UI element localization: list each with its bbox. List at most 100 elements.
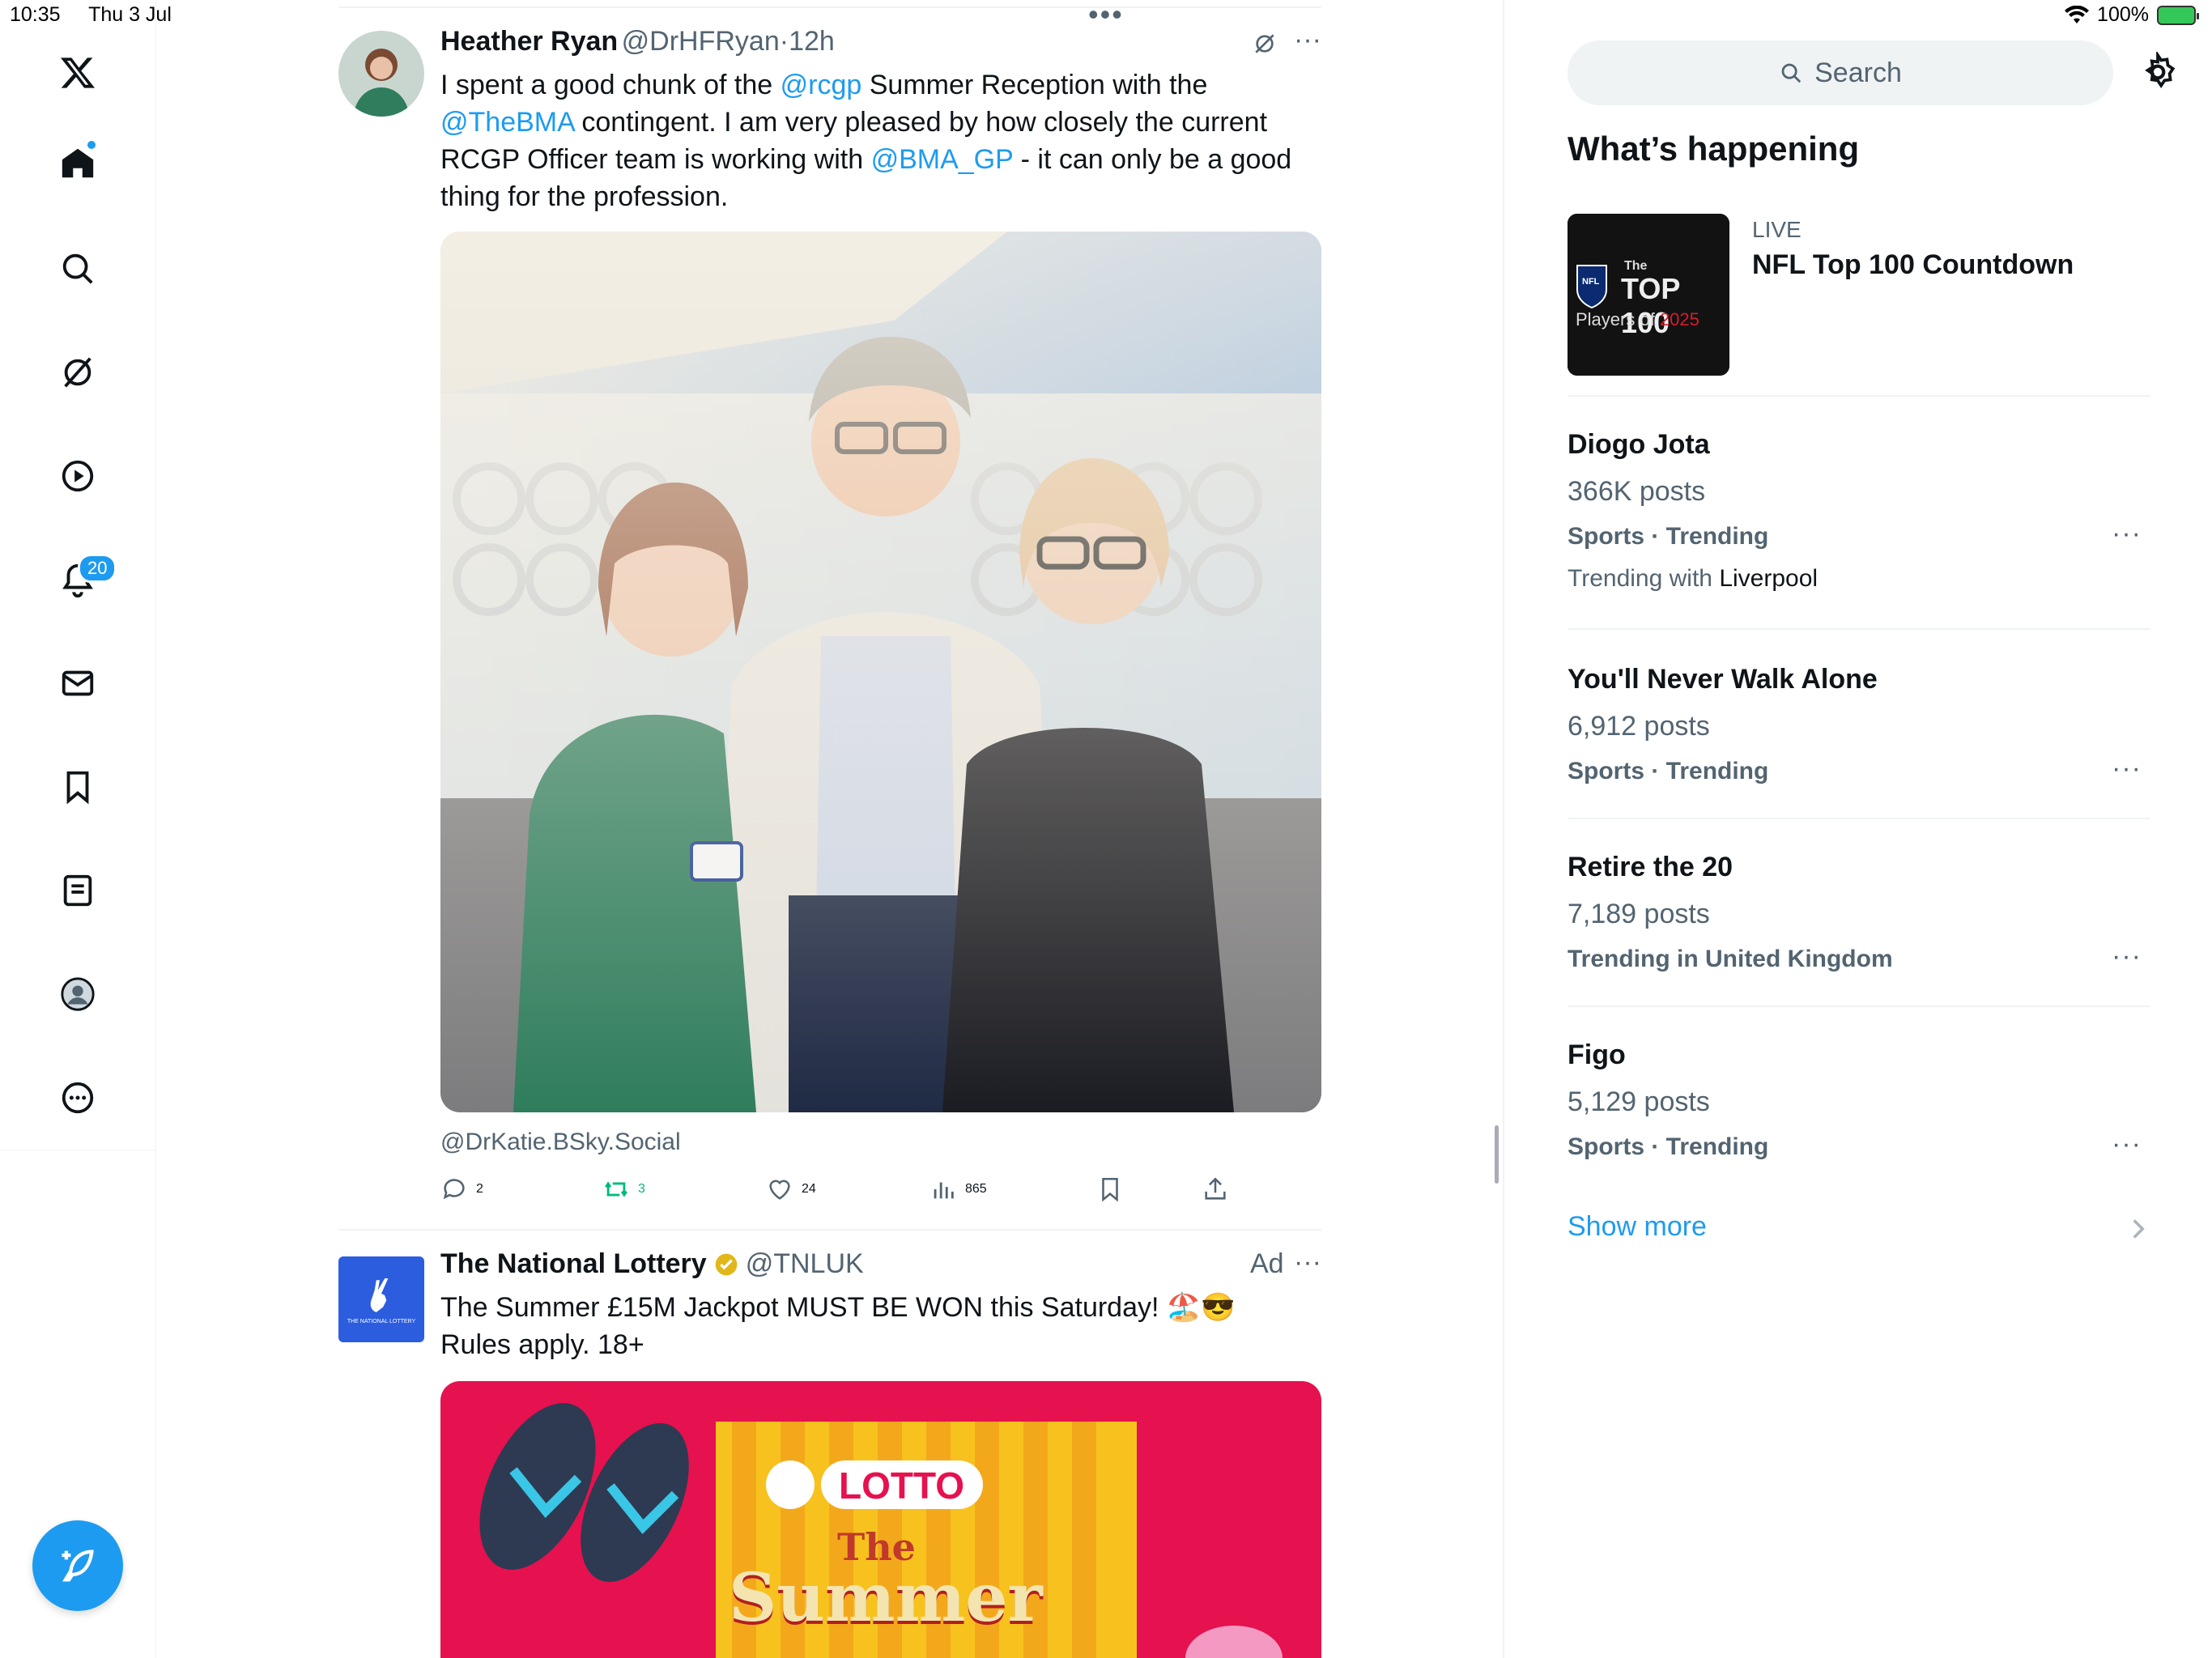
nfl-top-100-thumbnail[interactable]: NFL The TOP 100 Players of 2025 xyxy=(1568,214,1729,376)
whats-happening-heading: What’s happening xyxy=(1568,130,1860,168)
tweet1-text-part: I spent a good chunk of the xyxy=(440,70,781,100)
trend-post-count: 7,189 posts xyxy=(1568,899,1710,929)
lottery-avatar-text: THE NATIONAL LOTTERY xyxy=(347,1318,416,1324)
national-lottery-avatar[interactable]: THE NATIONAL LOTTERY xyxy=(338,1256,424,1342)
grok-icon[interactable] xyxy=(53,348,102,397)
search-icon[interactable] xyxy=(53,244,102,293)
tweet1-text-part: Summer Reception with the xyxy=(861,70,1208,100)
thumb-players-text: Players of 2025 xyxy=(1576,309,1699,330)
tweet1-header: Heather Ryan @DrHFRyan·12h xyxy=(440,26,835,57)
search-input[interactable]: Search xyxy=(1568,40,2113,105)
tweet1-more-icon[interactable]: ··· xyxy=(1294,24,1321,56)
bookmarks-icon[interactable] xyxy=(53,763,102,811)
chevron-right-icon xyxy=(2133,1219,2145,1239)
trend-category: Sports · Trending xyxy=(1568,523,1769,550)
trend-post-count: 5,129 posts xyxy=(1568,1086,1710,1117)
mention-thebma-link[interactable]: @TheBMA xyxy=(440,107,574,138)
repost-count: 3 xyxy=(638,1182,645,1196)
pull-handle-dots: ••• xyxy=(1088,0,1124,31)
status-bar-right: 100% xyxy=(2065,3,2199,27)
grok-tweet-icon[interactable] xyxy=(1252,31,1278,57)
ad-label: Ad xyxy=(1250,1248,1284,1279)
trend-separator xyxy=(1568,395,2150,397)
thumb-year: 2025 xyxy=(1659,309,1699,329)
search-placeholder: Search xyxy=(1814,57,1902,88)
settings-gear-icon[interactable] xyxy=(2138,52,2178,92)
trend-with-text: Trending with Liverpool xyxy=(1568,565,1818,593)
views-count: 865 xyxy=(965,1182,987,1196)
battery-icon xyxy=(2157,5,2199,25)
trend-more-icon[interactable]: ··· xyxy=(2112,1129,2142,1160)
trend-more-icon[interactable]: ··· xyxy=(2112,753,2142,784)
nfl-shield-text: NFL xyxy=(1582,277,1600,287)
reply-button[interactable]: 2 xyxy=(440,1175,483,1203)
repost-icon xyxy=(605,1181,627,1197)
tweet1-author-handle[interactable]: @DrHFRyan xyxy=(622,26,780,57)
crossed-fingers-logo-icon xyxy=(370,1278,389,1312)
tweet2-header: The National Lottery @TNLUK xyxy=(440,1248,864,1280)
share-icon xyxy=(1205,1177,1226,1200)
compose-feather-icon xyxy=(62,1550,94,1582)
like-count: 24 xyxy=(802,1182,816,1196)
like-button[interactable]: 24 xyxy=(766,1175,816,1203)
trend-category: Sports · Trending xyxy=(1568,1133,1769,1160)
live-title[interactable]: NFL Top 100 Countdown xyxy=(1752,249,2074,281)
lists-icon[interactable] xyxy=(53,866,102,915)
mention-rcgp-link[interactable]: @rcgp xyxy=(781,70,862,100)
lotto-ad-banner[interactable]: LOTTO The Summer xyxy=(440,1381,1321,1658)
search-icon xyxy=(1781,63,1802,83)
views-button[interactable]: 865 xyxy=(929,1175,987,1203)
thumb-players-label: Players of xyxy=(1576,309,1660,329)
trend-more-icon[interactable]: ··· xyxy=(2112,518,2142,550)
tweet1-photo[interactable] xyxy=(440,232,1321,1112)
trend-more-icon[interactable]: ··· xyxy=(2112,941,2142,972)
heart-icon xyxy=(769,1180,790,1200)
trend-title[interactable]: Figo xyxy=(1568,1039,1626,1071)
tweet2-author-handle[interactable]: @TNLUK xyxy=(746,1248,864,1280)
verified-gold-badge-icon xyxy=(715,1253,738,1275)
trend-separator xyxy=(1568,628,2150,630)
mention-bma-gp-link[interactable]: @BMA_GP xyxy=(871,144,1014,175)
trend-post-count: 366K posts xyxy=(1568,476,1706,507)
wifi-icon xyxy=(2065,5,2090,23)
live-label: LIVE xyxy=(1752,217,1802,242)
tweet1-time[interactable]: 12h xyxy=(789,26,835,57)
trend-category: Sports · Trending xyxy=(1568,758,1769,784)
tweet2-text: The Summer £15M Jackpot MUST BE WON this… xyxy=(440,1289,1323,1363)
trend-separator xyxy=(1568,1005,2150,1007)
tweet2-more-icon[interactable]: ··· xyxy=(1294,1247,1321,1278)
profile-avatar-icon[interactable] xyxy=(53,970,102,1018)
photo-credit-text: @DrKatie.BSky.Social xyxy=(440,1129,681,1155)
notifications-badge: 20 xyxy=(78,554,117,583)
bookmark-button[interactable] xyxy=(1096,1175,1124,1203)
lotto-brand-text: LOTTO xyxy=(839,1465,965,1507)
trend-title[interactable]: You'll Never Walk Alone xyxy=(1568,664,1878,695)
right-column-divider xyxy=(1503,0,1504,1658)
views-chart-icon xyxy=(934,1182,954,1199)
tweet1-author-name[interactable]: Heather Ryan xyxy=(440,26,618,57)
reply-icon xyxy=(443,1179,465,1200)
tweet1-text: I spent a good chunk of the @rcgp Summer… xyxy=(440,66,1323,215)
trend-title[interactable]: Retire the 20 xyxy=(1568,852,1733,883)
tweet-separator xyxy=(338,1229,1321,1231)
messages-envelope-icon[interactable] xyxy=(53,659,102,708)
tweet1-dot: · xyxy=(779,26,789,57)
trend-title[interactable]: Diogo Jota xyxy=(1568,429,1710,461)
tweet2-text-line2: Rules apply. 18+ xyxy=(440,1329,644,1360)
more-options-icon[interactable] xyxy=(53,1073,102,1122)
compose-post-button[interactable] xyxy=(32,1520,123,1611)
repost-button[interactable]: 3 xyxy=(602,1175,645,1203)
x-logo-icon[interactable] xyxy=(53,49,102,97)
video-play-icon[interactable] xyxy=(53,452,102,500)
reply-count: 2 xyxy=(476,1182,483,1196)
share-button[interactable] xyxy=(1202,1175,1229,1203)
trend-category: Trending in United Kingdom xyxy=(1568,946,1893,972)
trend-with-liverpool[interactable]: Liverpool xyxy=(1719,565,1818,592)
trend-separator xyxy=(1568,818,2150,819)
heather-ryan-avatar[interactable] xyxy=(338,31,424,117)
scroll-handle[interactable] xyxy=(1495,1125,1499,1184)
tweet2-text-line1: The Summer £15M Jackpot MUST BE WON this… xyxy=(440,1292,1236,1323)
tweet2-author-name[interactable]: The National Lottery xyxy=(440,1248,707,1280)
show-more-link[interactable]: Show more xyxy=(1568,1211,1707,1243)
banner-summer-text: Summer xyxy=(729,1559,1043,1637)
